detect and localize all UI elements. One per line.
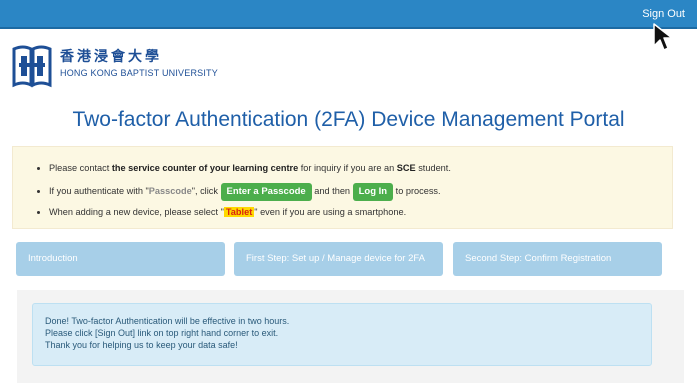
notice-item-tablet: When adding a new device, please select … (49, 201, 672, 223)
success-line-effective: Done! Two-factor Authentication will be … (45, 316, 290, 326)
step-confirm-registration[interactable]: Second Step: Confirm Registration (453, 242, 662, 276)
mouse-pointer-icon (653, 23, 673, 51)
tablet-highlight: Tablet (223, 207, 255, 217)
notice-box: Please contact the service counter of yo… (12, 146, 673, 229)
log-in-badge: Log In (352, 183, 394, 201)
enter-passcode-badge: Enter a Passcode (220, 183, 312, 201)
passcode-text: Passcode (148, 186, 192, 196)
content-panel: Done! Two-factor Authentication will be … (17, 290, 684, 383)
step-setup-device[interactable]: First Step: Set up / Manage device for 2… (234, 242, 443, 276)
university-name-chinese: 香港浸會大學 (60, 49, 162, 65)
success-line-signout: Please click [Sign Out] link on top righ… (45, 328, 279, 338)
sign-out-link[interactable]: Sign Out (642, 8, 685, 20)
hkbu-crest-icon (12, 45, 52, 88)
university-logo: 香港浸會大學 HONG KONG BAPTIST UNIVERSITY (11, 43, 231, 89)
page-title: Two-factor Authentication (2FA) Device M… (72, 108, 625, 131)
top-bar: Sign Out (0, 0, 697, 29)
step-introduction[interactable]: Introduction (16, 242, 225, 276)
success-message: Done! Two-factor Authentication will be … (32, 303, 652, 366)
success-line-thanks: Thank you for helping us to keep your da… (45, 340, 238, 350)
notice-item-sce: Please contact the service counter of yo… (49, 157, 672, 179)
notice-item-passcode: If you authenticate with "Passcode", cli… (49, 179, 672, 201)
university-name-english: HONG KONG BAPTIST UNIVERSITY (60, 68, 218, 78)
